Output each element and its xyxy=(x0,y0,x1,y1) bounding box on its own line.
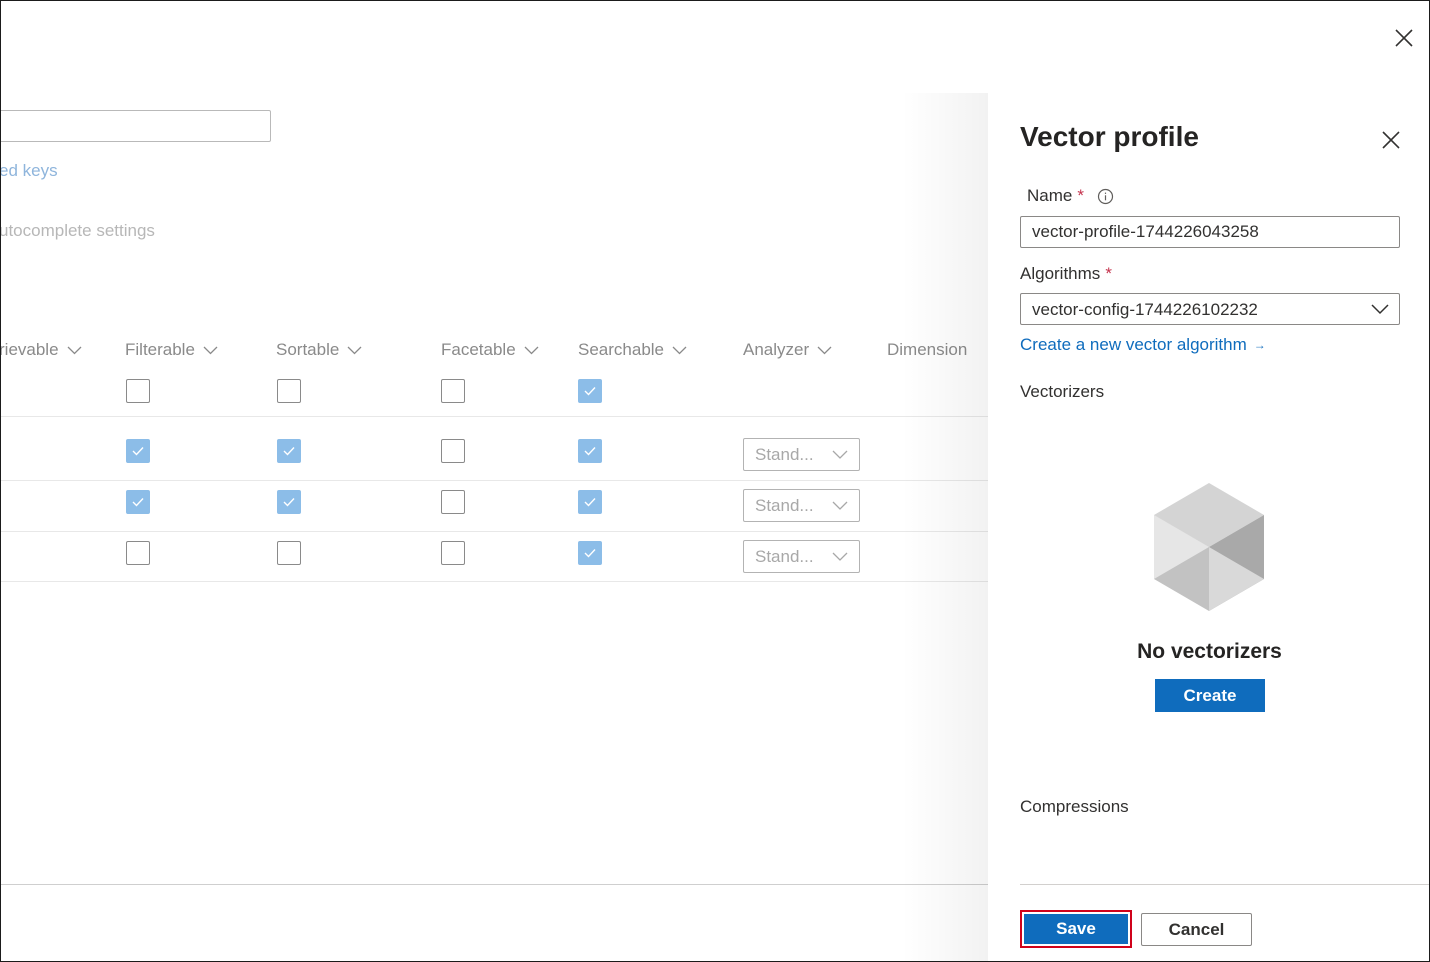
create-algorithm-link[interactable]: Create a new vector algorithm → xyxy=(1020,335,1266,355)
algorithms-selected-value: vector-config-1744226102232 xyxy=(1032,300,1258,319)
searchable-checkbox[interactable] xyxy=(578,379,602,403)
column-header[interactable]: Searchable xyxy=(578,340,687,360)
chevron-down-icon xyxy=(832,450,848,459)
cube-icon xyxy=(1154,483,1264,611)
chevron-down-icon xyxy=(347,346,362,354)
chevron-down-icon xyxy=(832,501,848,510)
save-button[interactable]: Save xyxy=(1024,914,1128,944)
filterable-checkbox[interactable] xyxy=(126,541,150,565)
panel-title: Vector profile xyxy=(1020,121,1199,152)
column-header-label: Sortable xyxy=(276,340,340,359)
analyzer-dropdown[interactable]: Stand... xyxy=(743,489,860,522)
analyzer-value: Stand... xyxy=(755,496,814,515)
sortable-checkbox[interactable] xyxy=(277,541,301,565)
searchable-checkbox[interactable] xyxy=(578,439,602,463)
column-header-label: Filterable xyxy=(125,340,195,359)
column-header-label: rievable xyxy=(0,340,59,359)
analyzer-value: Stand... xyxy=(755,445,814,464)
empty-state-title: No vectorizers xyxy=(1137,640,1282,663)
cancel-button[interactable]: Cancel xyxy=(1141,913,1252,946)
panel-footer-divider xyxy=(1020,884,1429,885)
filterable-checkbox[interactable] xyxy=(126,379,150,403)
facetable-checkbox[interactable] xyxy=(441,541,465,565)
compressions-label: Compressions xyxy=(1020,797,1129,816)
chevron-down-icon xyxy=(832,552,848,561)
facetable-checkbox[interactable] xyxy=(441,379,465,403)
arrow-right-icon: → xyxy=(1253,338,1266,352)
column-header[interactable]: Sortable xyxy=(276,340,362,360)
panel-shadow xyxy=(901,93,988,961)
background-muted-text: utocomplete settings xyxy=(0,221,155,240)
name-label-text: Name xyxy=(1027,186,1073,205)
row-divider xyxy=(1,480,988,481)
chevron-down-icon xyxy=(817,346,832,354)
sortable-checkbox[interactable] xyxy=(277,379,301,403)
chevron-down-icon xyxy=(1371,304,1389,315)
background-input[interactable] xyxy=(1,110,271,142)
name-input[interactable] xyxy=(1020,216,1400,248)
create-algorithm-link-text: Create a new vector algorithm xyxy=(1020,335,1247,354)
chevron-down-icon xyxy=(203,346,218,354)
save-button-highlight: Save xyxy=(1020,910,1132,948)
chevron-down-icon xyxy=(67,346,82,354)
algorithms-label-text: Algorithms xyxy=(1020,264,1101,283)
row-divider xyxy=(1,581,988,582)
info-icon[interactable] xyxy=(1097,188,1114,205)
filterable-checkbox[interactable] xyxy=(126,439,150,463)
create-vectorizer-button[interactable]: Create xyxy=(1155,679,1265,712)
row-divider xyxy=(1,416,988,417)
chevron-down-icon xyxy=(524,346,539,354)
chevron-down-icon xyxy=(672,346,687,354)
required-mark: * xyxy=(1105,264,1112,283)
column-header[interactable]: Facetable xyxy=(441,340,539,360)
column-header[interactable]: Analyzer xyxy=(743,340,832,360)
vectorizers-label: Vectorizers xyxy=(1020,382,1105,401)
column-header[interactable]: rievable xyxy=(0,340,82,360)
close-icon[interactable] xyxy=(1393,27,1415,49)
vector-profile-panel: Vector profile Name * Algorithms* vector… xyxy=(988,93,1429,961)
analyzer-value: Stand... xyxy=(755,547,814,566)
column-header-label: Searchable xyxy=(578,340,665,359)
analyzer-dropdown[interactable]: Stand... xyxy=(743,540,860,573)
close-icon[interactable] xyxy=(1381,130,1401,150)
sortable-checkbox[interactable] xyxy=(277,439,301,463)
algorithms-dropdown[interactable]: vector-config-1744226102232 xyxy=(1020,293,1400,325)
sortable-checkbox[interactable] xyxy=(277,490,301,514)
algorithms-label: Algorithms * xyxy=(1020,264,1112,284)
required-mark: * xyxy=(1077,186,1084,205)
name-label: Name * xyxy=(1027,186,1114,206)
filterable-checkbox[interactable] xyxy=(126,490,150,514)
analyzer-dropdown[interactable]: Stand... xyxy=(743,438,860,471)
column-header[interactable]: Filterable xyxy=(125,340,218,360)
facetable-checkbox[interactable] xyxy=(441,490,465,514)
searchable-checkbox[interactable] xyxy=(578,541,602,565)
column-header-label: Facetable xyxy=(441,340,516,359)
background-link[interactable]: ed keys xyxy=(1,161,58,181)
window-frame: ed keys utocomplete settings rievable Fil… xyxy=(0,0,1430,962)
column-header-label: Analyzer xyxy=(743,340,810,359)
row-divider xyxy=(1,531,988,532)
facetable-checkbox[interactable] xyxy=(441,439,465,463)
searchable-checkbox[interactable] xyxy=(578,490,602,514)
